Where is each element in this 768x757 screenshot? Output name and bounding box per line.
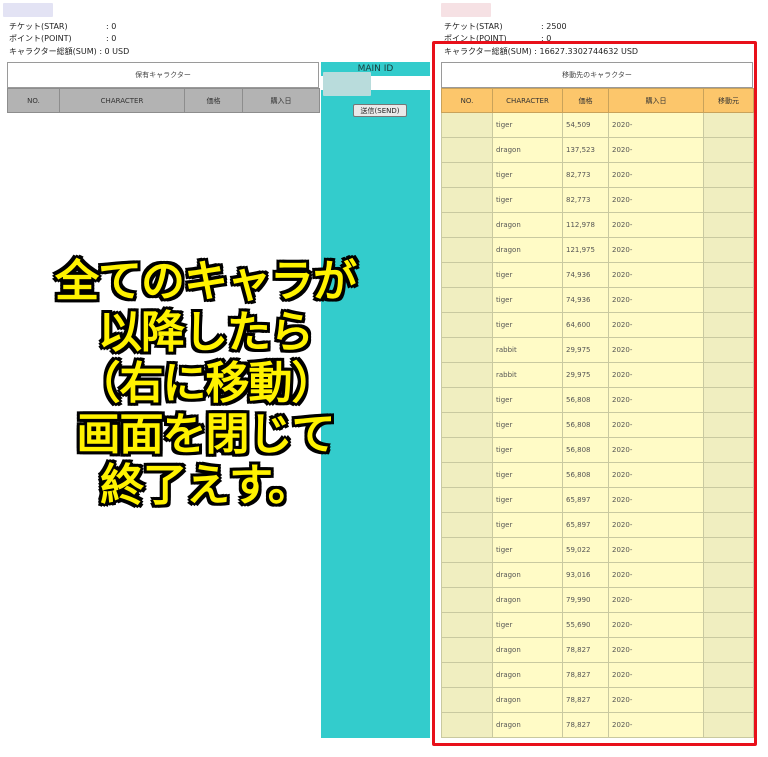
- header-character: CHARACTER: [59, 88, 185, 113]
- owned-characters-table: NO. CHARACTER 価格 購入日: [7, 88, 320, 113]
- overlay-line: 以降したら: [98, 307, 314, 358]
- point-label: ポイント(POINT): [9, 34, 72, 43]
- instruction-overlay: 全てのキャラが 以降したら （右に移動） 画面を閉じて 終了えす。: [18, 256, 393, 511]
- sum-label: キャラクター総額(SUM): [9, 47, 97, 56]
- left-point-stat: ポイント(POINT) : 0: [9, 33, 116, 45]
- highlight-frame: [432, 41, 757, 746]
- overlay-line: 画面を閉じて: [76, 409, 336, 460]
- ticket-value: : 2500: [541, 22, 567, 31]
- ticket-value: : 0: [106, 22, 117, 31]
- right-ticket-stat: チケット(STAR) : 2500: [444, 21, 567, 33]
- main-id-blur: [323, 72, 371, 96]
- header-price: 価格: [184, 88, 243, 113]
- overlay-line: 終了えす。: [100, 460, 312, 511]
- left-ticket-stat: チケット(STAR) : 0: [9, 21, 116, 33]
- right-user-blur: [441, 3, 491, 17]
- sum-value: : 0 USD: [99, 47, 130, 56]
- ticket-label: チケット(STAR): [9, 22, 68, 31]
- send-button[interactable]: 送信(SEND): [353, 104, 407, 117]
- left-sum-stat: キャラクター総額(SUM) : 0 USD: [9, 46, 129, 58]
- overlay-line: 全てのキャラが: [55, 256, 357, 307]
- owned-characters-title-text: 保有キャラクター: [135, 71, 191, 79]
- header-purchase-date: 購入日: [242, 88, 320, 113]
- ticket-label: チケット(STAR): [444, 22, 503, 31]
- owned-characters-title: 保有キャラクター: [7, 62, 319, 88]
- overlay-line: （右に移動）: [76, 358, 336, 409]
- left-user-blur: [3, 3, 53, 17]
- point-value: : 0: [106, 34, 117, 43]
- header-no: NO.: [7, 88, 60, 113]
